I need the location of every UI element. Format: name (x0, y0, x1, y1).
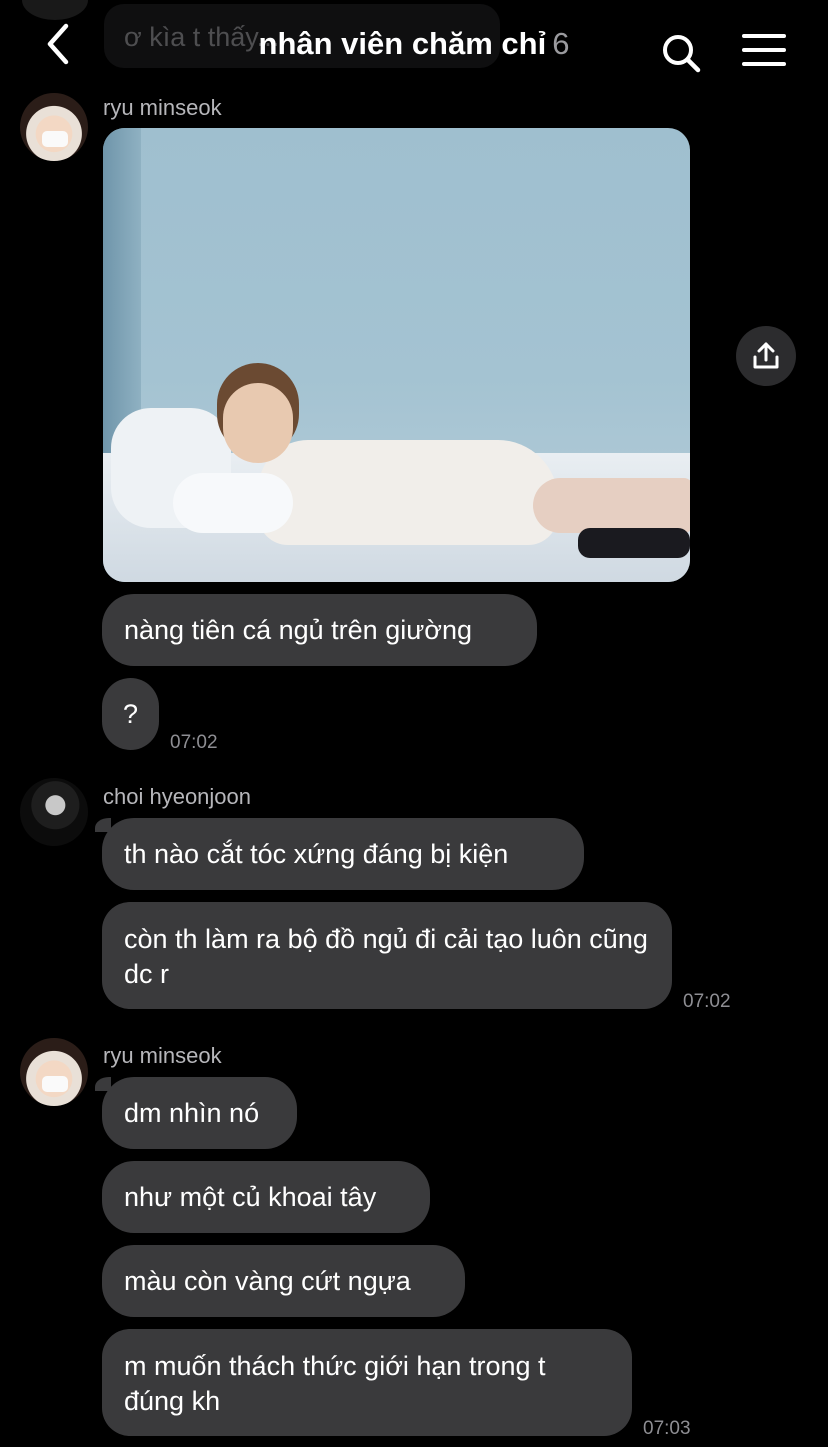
share-button[interactable] (736, 326, 796, 386)
search-button[interactable] (660, 32, 702, 74)
sender-name: choi hyeonjoon (103, 784, 252, 809)
avatar[interactable] (20, 778, 88, 846)
search-icon (663, 35, 701, 73)
menu-button[interactable] (742, 32, 786, 68)
photo-plush (173, 473, 293, 533)
message-timestamp: 07:03 (643, 1418, 691, 1439)
hamburger-menu-icon (742, 34, 786, 66)
message-bubble[interactable]: màu còn vàng cứt ngựa (102, 1245, 465, 1317)
message-text: màu còn vàng cứt ngựa (124, 1265, 411, 1296)
chat-title: nhân viên chăm chỉ 6 (160, 26, 668, 62)
message-text: dm nhìn nó (124, 1097, 260, 1128)
chat-header: nhân viên chăm chỉ 6 (0, 0, 828, 88)
message-text: như một củ khoai tây (124, 1181, 377, 1212)
message-bubble[interactable]: còn th làm ra bộ đồ ngủ đi cải tạo luôn … (102, 902, 672, 1009)
chat-screen: ơ kìa t thấy... nhân viên chăm chỉ 6 ryu… (0, 0, 828, 1447)
message-timestamp: 07:02 (170, 732, 218, 753)
avatar[interactable] (20, 93, 88, 161)
message-text: còn th làm ra bộ đồ ngủ đi cải tạo luôn … (124, 924, 648, 989)
chat-name: nhân viên chăm chỉ (258, 26, 547, 61)
back-button[interactable] (40, 22, 80, 66)
message-text: m muốn thách thức giới hạn trong t đúng … (124, 1351, 546, 1416)
photo-chair (578, 528, 690, 558)
message-bubble[interactable]: nàng tiên cá ngủ trên giường (102, 594, 537, 666)
message-bubble[interactable]: ? (102, 678, 159, 750)
message-text: nàng tiên cá ngủ trên giường (124, 614, 473, 645)
message-bubble[interactable]: dm nhìn nó (102, 1077, 297, 1149)
photo-head (223, 383, 293, 463)
message-text: th nào cắt tóc xứng đáng bị kiện (124, 838, 509, 869)
avatar[interactable] (20, 1038, 88, 1106)
share-upload-icon (753, 342, 779, 369)
sender-name: ryu minseok (103, 95, 222, 120)
back-chevron-icon (47, 23, 69, 65)
member-count: 6 (552, 26, 570, 61)
message-text: ? (122, 698, 139, 729)
photo-legs (533, 478, 690, 533)
sender-name: ryu minseok (103, 1043, 222, 1068)
message-bubble[interactable]: m muốn thách thức giới hạn trong t đúng … (102, 1329, 632, 1436)
photo-person (258, 440, 558, 545)
message-timestamp: 07:02 (683, 991, 731, 1012)
message-bubble[interactable]: như một củ khoai tây (102, 1161, 430, 1233)
message-bubble[interactable]: th nào cắt tóc xứng đáng bị kiện (102, 818, 584, 890)
shared-photo[interactable] (103, 128, 690, 582)
